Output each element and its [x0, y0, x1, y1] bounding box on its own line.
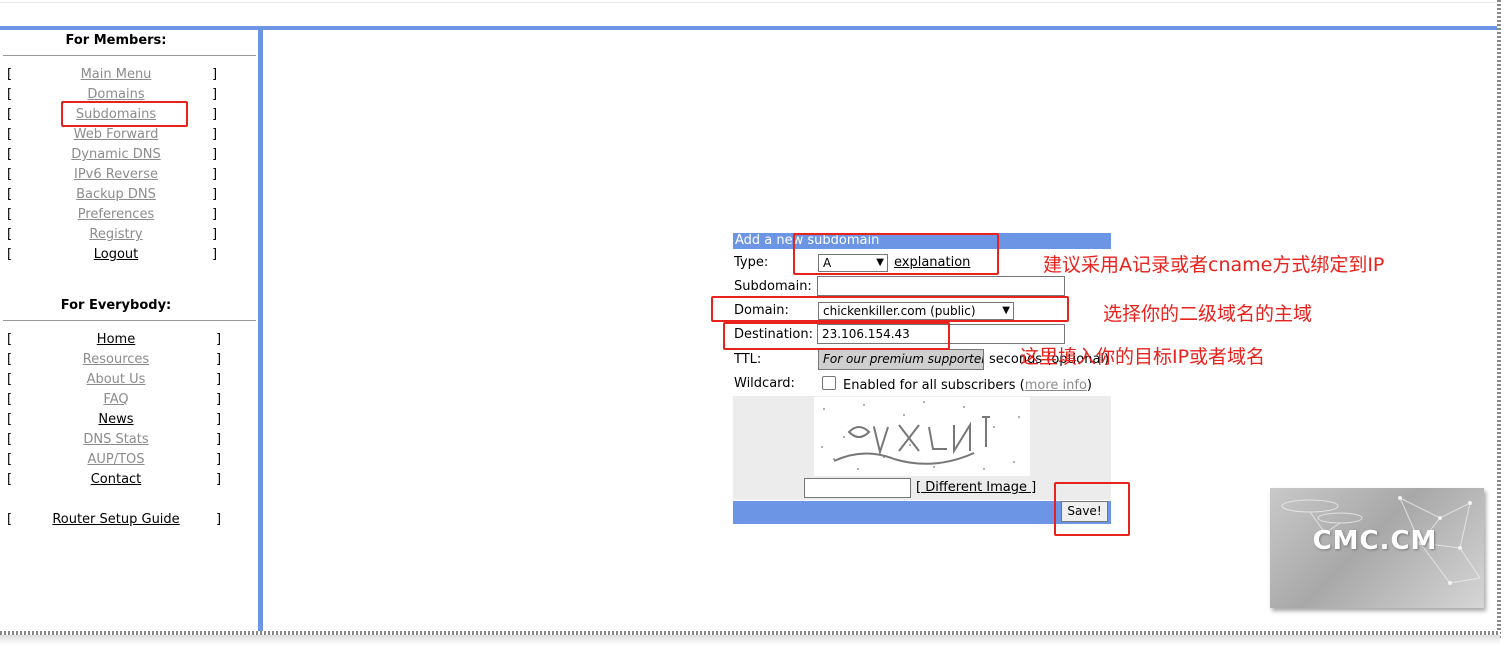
annotation-domain-note: 选择你的二级域名的主域 [1103, 303, 1313, 325]
bracket-close: ] [212, 127, 218, 142]
ttl-input: For our premium supporters [818, 349, 984, 370]
sidebar-link[interactable]: News [0, 412, 232, 427]
sidebar-item-registry[interactable]: [Registry] [0, 227, 258, 247]
bracket-close: ] [216, 412, 222, 427]
sidebar-item-logout[interactable]: [Logout] [0, 247, 258, 267]
bracket-close: ] [212, 147, 218, 162]
bracket-close: ] [212, 107, 218, 122]
sidebar-link[interactable]: IPv6 Reverse [0, 167, 232, 182]
sidebar-link[interactable]: About Us [0, 372, 232, 387]
bracket-close: ] [212, 167, 218, 182]
bracket-close: ] [216, 392, 222, 407]
bracket-close: ] [216, 332, 222, 347]
sidebar-item-about-us[interactable]: [About Us] [0, 372, 258, 392]
sidebar-item-web-forward[interactable]: [Web Forward] [0, 127, 258, 147]
torn-edge-right [1497, 0, 1501, 640]
sidebar-item-home[interactable]: [Home] [0, 332, 258, 352]
sidebar-divider [258, 30, 263, 632]
annotation-destination-note: 这里填入你的目标IP或者域名 [1020, 346, 1266, 368]
bottom-shadow [0, 635, 1500, 645]
sidebar-link[interactable]: Web Forward [0, 127, 232, 142]
sidebar-item-resources[interactable]: [Resources] [0, 352, 258, 372]
sidebar-link[interactable]: Domains [0, 87, 232, 102]
wildcard-close-paren: ) [1086, 378, 1092, 393]
bracket-close: ] [212, 247, 218, 262]
sidebar-item-contact[interactable]: [Contact] [0, 472, 258, 492]
sidebar-link[interactable]: Dynamic DNS [0, 147, 232, 162]
sidebar-item-dns-stats[interactable]: [DNS Stats] [0, 432, 258, 452]
captcha-image [814, 397, 1030, 476]
wildcard-text: Enabled for all subscribers (more info) [843, 378, 1092, 393]
captcha-input[interactable] [804, 478, 911, 498]
annotation-type-note: 建议采用A记录或者cname方式绑定到IP [1043, 254, 1385, 276]
wildcard-description: Enabled for all subscribers ( [843, 378, 1025, 393]
bracket-close: ] [216, 472, 222, 487]
bracket-close: ] [216, 452, 222, 467]
annotation-box-subdomains [61, 101, 188, 127]
sidebar-link[interactable]: FAQ [0, 392, 232, 407]
annotation-box-domain [711, 296, 1069, 322]
top-border [0, 2, 1498, 3]
members-divider [3, 55, 256, 56]
sidebar-item-router-setup-guide[interactable]: [ Router Setup Guide ] [0, 512, 258, 532]
sidebar-item-news[interactable]: [News] [0, 412, 258, 432]
sidebar-item-main-menu[interactable]: [Main Menu] [0, 67, 258, 87]
sidebar-item-ipv6-reverse[interactable]: [IPv6 Reverse] [0, 167, 258, 187]
sidebar-link[interactable]: Main Menu [0, 67, 232, 82]
sidebar-item-dynamic-dns[interactable]: [Dynamic DNS] [0, 147, 258, 167]
sidebar-link[interactable]: Home [0, 332, 232, 347]
subdomain-label: Subdomain: [734, 279, 812, 294]
header-bar [0, 26, 1498, 30]
sidebar-item-preferences[interactable]: [Preferences] [0, 207, 258, 227]
router-setup-guide-link[interactable]: Router Setup Guide [0, 512, 232, 527]
sidebar-link[interactable]: Preferences [0, 207, 232, 222]
sidebar-link[interactable]: Resources [0, 352, 232, 367]
bracket-close: ] [212, 87, 218, 102]
bracket-close: ] [216, 512, 222, 527]
different-image-link[interactable]: [ Different Image ] [916, 480, 1036, 495]
wildcard-label: Wildcard: [734, 376, 795, 391]
annotation-box-save [1054, 482, 1130, 536]
type-label: Type: [734, 255, 769, 270]
watermark-text: CMC.CM [1312, 526, 1438, 556]
bracket-close: ] [216, 372, 222, 387]
subdomain-input[interactable] [817, 276, 1065, 296]
sidebar-link[interactable]: Logout [0, 247, 232, 262]
ttl-label: TTL: [734, 352, 762, 367]
bracket-close: ] [216, 352, 222, 367]
members-heading: For Members: [65, 33, 167, 48]
bracket-close: ] [216, 432, 222, 447]
annotation-box-destination [723, 322, 950, 350]
bracket-close: ] [212, 67, 218, 82]
sidebar-item-backup-dns[interactable]: [Backup DNS] [0, 187, 258, 207]
bracket-close: ] [212, 187, 218, 202]
more-info-link[interactable]: more info [1025, 378, 1087, 393]
annotation-box-type [793, 233, 999, 275]
sidebar-item-faq[interactable]: [FAQ] [0, 392, 258, 412]
sidebar-item-aup-tos[interactable]: [AUP/TOS] [0, 452, 258, 472]
everybody-heading: For Everybody: [60, 298, 172, 313]
bracket-close: ] [212, 207, 218, 222]
everybody-divider [3, 320, 256, 321]
sidebar-link[interactable]: AUP/TOS [0, 452, 232, 467]
sidebar-link[interactable]: Backup DNS [0, 187, 232, 202]
sidebar-link[interactable]: DNS Stats [0, 432, 232, 447]
sidebar-link[interactable]: Registry [0, 227, 232, 242]
sidebar-link[interactable]: Contact [0, 472, 232, 487]
bracket-close: ] [212, 227, 218, 242]
captcha-drawing [821, 401, 1020, 470]
wildcard-checkbox[interactable] [822, 376, 836, 390]
